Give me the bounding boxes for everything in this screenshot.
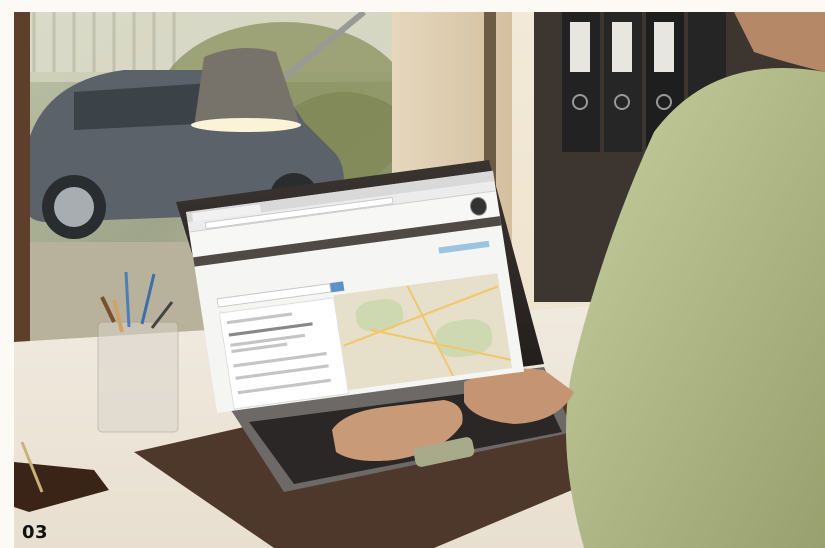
brand-logo-icon (468, 195, 489, 217)
photo-number-label: 03 (22, 522, 49, 543)
laptop-screen (186, 170, 525, 413)
photo-scene: 03 (0, 0, 825, 548)
destinations-panel (218, 297, 350, 410)
map-view (333, 273, 513, 390)
cta-button (438, 240, 490, 254)
search-button (329, 281, 345, 293)
photo-frame (14, 12, 825, 548)
